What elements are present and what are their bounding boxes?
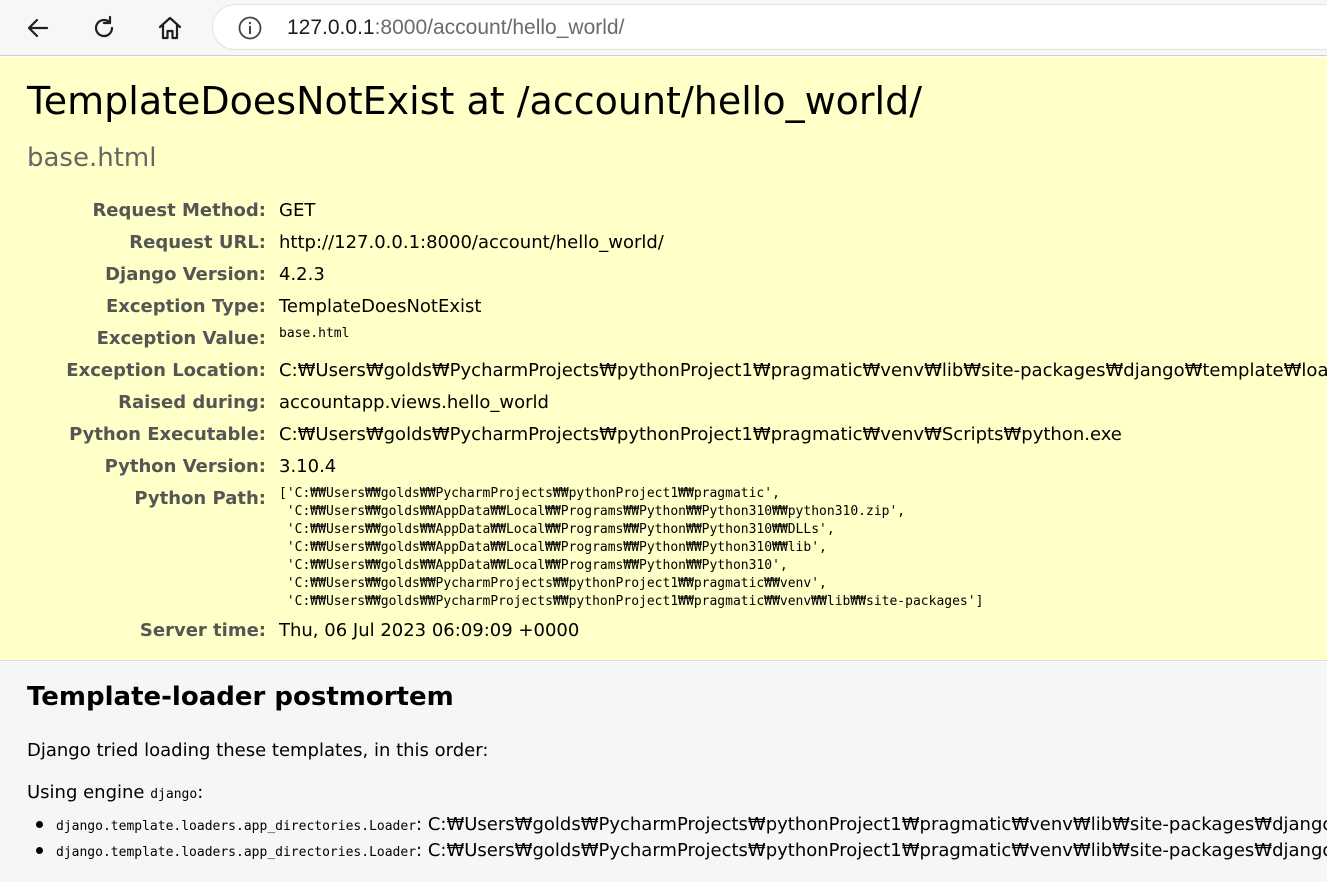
section-heading: Template-loader postmortem <box>27 682 454 712</box>
arrow-left-icon <box>27 18 49 38</box>
meta-label: Django Version: <box>105 264 266 285</box>
browser-toolbar: 127.0.0.1:8000/account/hello_world/ <box>0 0 1327 56</box>
meta-label: Python Executable: <box>69 424 266 445</box>
page-title: TemplateDoesNotExist at /account/hello_w… <box>27 79 923 123</box>
info-icon[interactable] <box>237 15 263 41</box>
reload-button[interactable] <box>85 9 123 47</box>
meta-label: Server time: <box>139 620 266 641</box>
bullet-icon <box>36 847 43 854</box>
bullet-icon <box>36 821 43 828</box>
url-path: :8000/account/hello_world/ <box>374 16 625 39</box>
loader-list: django.template.loaders.app_directories.… <box>30 814 1327 866</box>
list-item: django.template.loaders.app_directories.… <box>30 814 1327 840</box>
postmortem-intro: Django tried loading these templates, in… <box>27 740 489 761</box>
meta-label: Python Version: <box>104 456 266 477</box>
meta-value: GET <box>279 200 316 221</box>
template-postmortem: Template-loader postmortem Django tried … <box>0 662 1327 882</box>
engine-prefix: Using engine <box>27 782 151 803</box>
error-summary: TemplateDoesNotExist at /account/hello_w… <box>0 57 1327 661</box>
engine-line: Using engine django: <box>27 782 203 803</box>
meta-value: base.html <box>279 326 350 341</box>
loader-path: : C:₩Users₩golds₩PycharmProjects₩pythonP… <box>416 814 1327 835</box>
url-text[interactable]: 127.0.0.1:8000/account/hello_world/ <box>287 16 624 40</box>
back-button[interactable] <box>19 9 57 47</box>
list-item: django.template.loaders.app_directories.… <box>30 840 1327 866</box>
loader-name: django.template.loaders.app_directories.… <box>56 819 417 834</box>
meta-value: accountapp.views.hello_world <box>279 392 549 413</box>
meta-label: Exception Value: <box>96 328 266 349</box>
meta-label: Raised during: <box>118 392 266 413</box>
url-host: 127.0.0.1 <box>287 16 375 39</box>
python-path-value: ['C:₩₩Users₩₩golds₩₩PycharmProjects₩₩pyt… <box>279 486 984 609</box>
reload-icon <box>94 15 114 38</box>
meta-label: Exception Type: <box>105 296 266 317</box>
address-bar[interactable]: 127.0.0.1:8000/account/hello_world/ <box>212 4 1327 50</box>
meta-value: C:₩Users₩golds₩PycharmProjects₩pythonPro… <box>279 360 1327 381</box>
home-button[interactable] <box>151 9 189 47</box>
meta-label: Request Method: <box>92 200 266 221</box>
engine-suffix: : <box>197 782 204 803</box>
loader-path: : C:₩Users₩golds₩PycharmProjects₩pythonP… <box>416 840 1327 861</box>
meta-value: TemplateDoesNotExist <box>279 296 482 317</box>
meta-value: 3.10.4 <box>279 456 337 477</box>
home-icon <box>158 16 182 40</box>
meta-value: 4.2.3 <box>279 264 325 285</box>
meta-value: http://127.0.0.1:8000/account/hello_worl… <box>279 232 664 253</box>
meta-value: C:₩Users₩golds₩PycharmProjects₩pythonPro… <box>279 424 1122 445</box>
engine-name: django <box>150 787 198 802</box>
exception-message: base.html <box>27 143 157 173</box>
meta-label: Request URL: <box>129 232 266 253</box>
meta-label: Exception Location: <box>66 360 266 381</box>
meta-label: Python Path: <box>134 488 266 509</box>
meta-value: Thu, 06 Jul 2023 06:09:09 +0000 <box>279 620 580 641</box>
loader-name: django.template.loaders.app_directories.… <box>56 845 417 860</box>
